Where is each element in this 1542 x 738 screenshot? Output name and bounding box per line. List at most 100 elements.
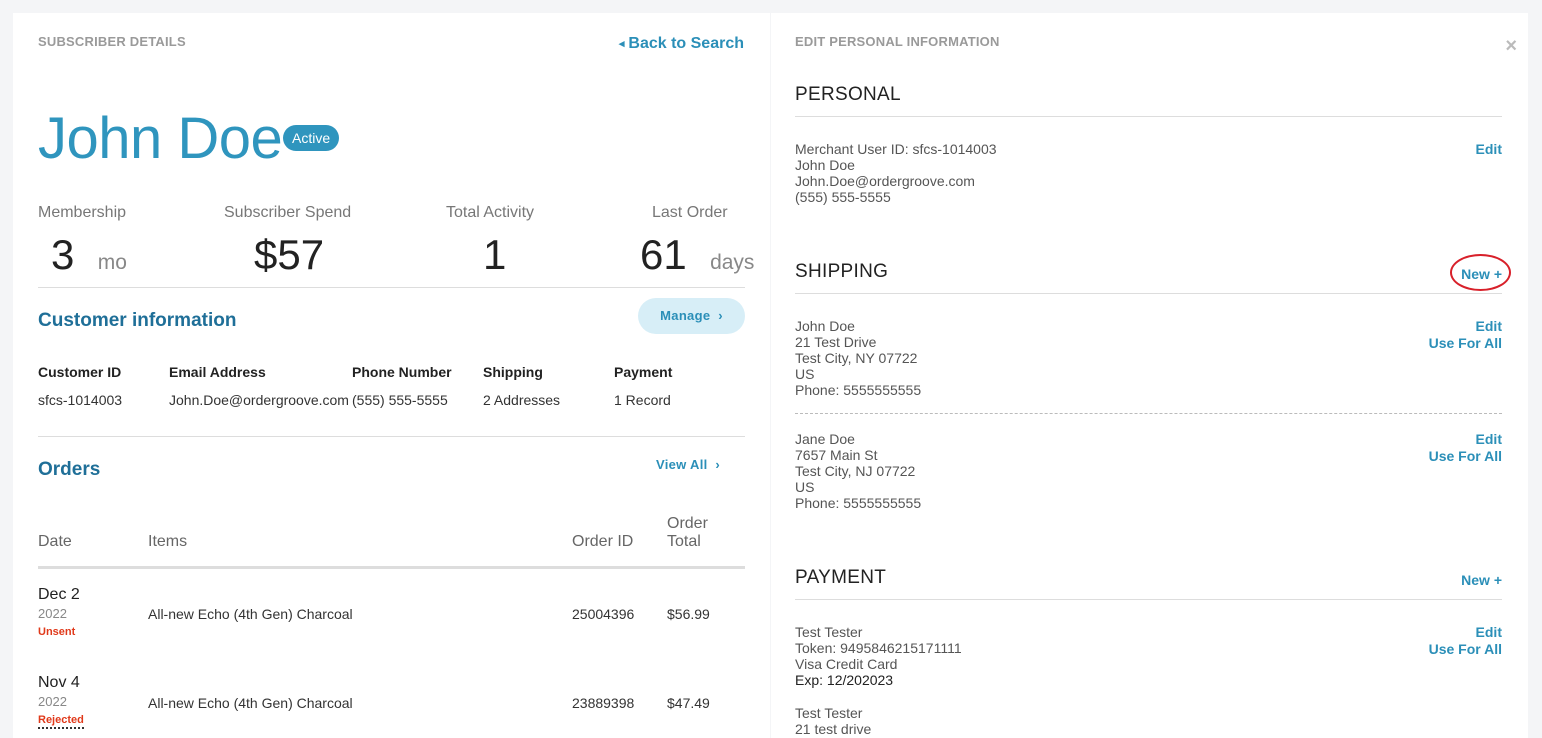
last-order-value: 61 days	[640, 231, 754, 279]
membership-unit: mo	[97, 251, 127, 274]
payment-title: PAYMENT	[795, 567, 887, 588]
shipping-title: SHIPPING	[795, 261, 889, 282]
divider	[795, 293, 1502, 294]
address-street: 7657 Main St	[795, 447, 878, 463]
address-phone: Phone: 5555555555	[795, 495, 922, 511]
divider	[38, 436, 745, 437]
merchant-user-id: Merchant User ID: sfcs-1014003	[795, 141, 997, 157]
edit-link[interactable]: Edit	[1429, 431, 1502, 448]
ci-header-email: Email Address	[169, 364, 266, 380]
personal-title: PERSONAL	[795, 84, 901, 105]
orders-header-items: Items	[148, 533, 188, 550]
back-to-search-label: Back to Search	[628, 35, 744, 52]
shipping-new-button[interactable]: New +	[1461, 266, 1502, 282]
payment-record-1: Test Tester Token: 9495846215171111 Visa…	[795, 624, 962, 688]
chevron-right-icon: ›	[715, 457, 720, 472]
divider	[795, 599, 1502, 600]
payment-new-button[interactable]: New +	[1461, 572, 1502, 588]
address-name: Jane Doe	[795, 431, 855, 447]
order-date: Nov 4	[38, 674, 80, 691]
membership-number: 3	[51, 231, 75, 278]
personal-name: John Doe	[795, 157, 855, 173]
section-label: SUBSCRIBER DETAILS	[38, 34, 186, 49]
edit-link[interactable]: Edit	[1429, 318, 1502, 335]
edit-link[interactable]: Edit	[1429, 624, 1502, 641]
manage-label: Manage	[660, 308, 711, 323]
orders-header-date: Date	[38, 533, 72, 550]
order-date: Dec 2	[38, 586, 80, 603]
payment-card-type: Visa Credit Card	[795, 656, 898, 672]
personal-email: John.Doe@ordergroove.com	[795, 173, 975, 189]
table-row[interactable]: Nov 4 2022 Rejected All-new Echo (4th Ge…	[38, 674, 745, 734]
shipping-address-1: John Doe 21 Test Drive Test City, NY 077…	[795, 318, 921, 398]
order-year: 2022	[38, 694, 67, 709]
last-order-number: 61	[640, 231, 687, 278]
manage-button[interactable]: Manage ›	[638, 298, 745, 334]
table-row[interactable]: Dec 2 2022 Unsent All-new Echo (4th Gen)…	[38, 586, 745, 646]
address-street: 21 Test Drive	[795, 334, 877, 350]
ci-payment: 1 Record	[614, 392, 671, 408]
ci-header-payment: Payment	[614, 364, 673, 380]
orders-header-total-line1: Order	[667, 515, 708, 532]
activity-value: 1	[483, 231, 507, 278]
orders-header-total-line2: Total	[667, 533, 701, 550]
order-item: All-new Echo (4th Gen) Charcoal	[148, 606, 353, 622]
ci-header-phone: Phone Number	[352, 364, 452, 380]
personal-phone: (555) 555-5555	[795, 189, 891, 205]
close-icon[interactable]: ×	[1505, 35, 1517, 58]
chevron-left-icon: ◂	[618, 38, 625, 50]
address-city: Test City, NY 07722	[795, 350, 918, 366]
address-city: Test City, NJ 07722	[795, 463, 916, 479]
address-country: US	[795, 366, 815, 382]
subscriber-name: John Doe	[38, 106, 283, 171]
payment-token: Token: 9495846215171111	[795, 640, 962, 656]
ci-customer-id: sfcs-1014003	[38, 392, 123, 408]
shipping-address-2: Jane Doe 7657 Main St Test City, NJ 0772…	[795, 431, 921, 511]
personal-details: Merchant User ID: sfcs-1014003 John Doe …	[795, 141, 997, 205]
use-for-all-link[interactable]: Use For All	[1429, 335, 1502, 352]
payment-exp: Exp: 12/202023	[795, 672, 894, 688]
status-badge: Active	[283, 125, 340, 151]
payment-name: Test Tester	[795, 705, 863, 721]
customer-info-title: Customer information	[38, 310, 237, 331]
last-order-label: Last Order	[652, 204, 728, 221]
back-to-search-link[interactable]: ◂ Back to Search	[619, 35, 744, 53]
order-status[interactable]: Rejected	[38, 714, 84, 729]
use-for-all-link[interactable]: Use For All	[1429, 641, 1502, 658]
orders-header-order-id: Order ID	[572, 533, 634, 550]
orders-header-divider	[38, 566, 745, 569]
address-name: John Doe	[795, 318, 855, 334]
order-total: $56.99	[667, 606, 710, 622]
payment-name: Test Tester	[795, 624, 863, 640]
ci-header-shipping: Shipping	[483, 364, 543, 380]
view-all-link[interactable]: View All ›	[656, 457, 720, 472]
spend-value: $57	[254, 231, 325, 278]
view-all-label: View All	[656, 457, 708, 472]
dashed-divider	[795, 413, 1502, 414]
last-order-unit: days	[710, 251, 755, 274]
order-year: 2022	[38, 606, 67, 621]
section-label: EDIT PERSONAL INFORMATION	[795, 34, 1000, 49]
activity-label: Total Activity	[446, 204, 535, 221]
order-status: Unsent	[38, 626, 76, 638]
personal-edit-link[interactable]: Edit	[1476, 141, 1502, 157]
ci-phone: (555) 555-5555	[352, 392, 448, 408]
payment-record-1-actions: Edit Use For All	[1429, 624, 1502, 658]
orders-title: Orders	[38, 459, 101, 480]
address-country: US	[795, 479, 815, 495]
membership-value: 3 mo	[51, 231, 127, 279]
shipping-address-1-actions: Edit Use For All	[1429, 318, 1502, 352]
payment-record-2: Test Tester 21 test drive	[795, 705, 871, 737]
shipping-address-2-actions: Edit Use For All	[1429, 431, 1502, 465]
orders-header-total: Order Total	[667, 515, 708, 551]
ci-header-customer-id: Customer ID	[38, 364, 122, 380]
order-item: All-new Echo (4th Gen) Charcoal	[148, 695, 353, 711]
order-id: 23889398	[572, 695, 635, 711]
ci-shipping: 2 Addresses	[483, 392, 561, 408]
use-for-all-link[interactable]: Use For All	[1429, 448, 1502, 465]
edit-personal-info-panel: EDIT PERSONAL INFORMATION × PERSONAL Mer…	[771, 13, 1528, 738]
address-phone: Phone: 5555555555	[795, 382, 922, 398]
ci-email: John.Doe@ordergroove.com	[169, 392, 349, 408]
membership-label: Membership	[38, 204, 127, 221]
divider	[795, 116, 1502, 117]
